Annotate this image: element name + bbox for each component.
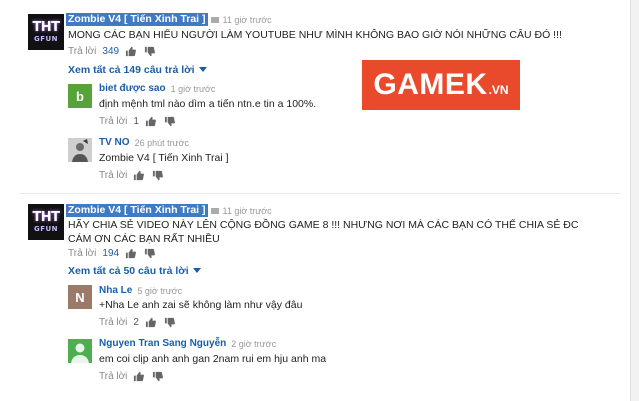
watermark-suffix: .VN	[488, 83, 509, 97]
reply-text: Zombie V4 [ Tiến Xinh Trai ]	[99, 152, 229, 164]
thumbs-down-icon[interactable]	[152, 170, 164, 181]
reply-time[interactable]: 1 giờ trước	[171, 84, 216, 94]
avatar-subtext: GFUN	[33, 225, 59, 233]
reply-actions: Trả lời 1	[99, 116, 183, 127]
comment-actions: Trả lời 349	[68, 46, 163, 57]
thumbs-down-icon[interactable]	[164, 317, 175, 328]
reply-header: TV NO 26 phút trước	[99, 137, 189, 148]
thread-divider	[20, 193, 620, 194]
avatar-letter: N	[75, 289, 85, 305]
thumbs-down-icon[interactable]	[152, 371, 164, 382]
user-silhouette-icon	[68, 339, 92, 363]
flag-icon	[210, 16, 219, 23]
thumbs-up-icon[interactable]	[125, 248, 137, 259]
reply-button[interactable]: Trả lời	[68, 248, 96, 259]
watermark-text: GAMEK	[373, 68, 488, 101]
thumbs-down-icon[interactable]	[164, 116, 175, 127]
thumbs-up-icon[interactable]	[133, 371, 145, 382]
reply-text: +Nha Le anh zai sẽ không làm như vậy đâu	[99, 299, 303, 311]
view-replies-link[interactable]: Xem tất cả 50 câu trả lời	[68, 265, 201, 277]
user-photo-icon	[68, 138, 92, 162]
comment-actions: Trả lời 194	[68, 248, 163, 259]
thumbs-down-icon[interactable]	[144, 46, 156, 57]
comment-time[interactable]: 11 giờ trước	[223, 15, 272, 25]
chevron-down-icon	[198, 67, 207, 72]
reply-button[interactable]: Trả lời	[99, 170, 127, 181]
like-count: 1	[133, 116, 139, 127]
reply-author[interactable]: Nha Le	[99, 285, 132, 296]
reply-time[interactable]: 26 phút trước	[135, 138, 189, 148]
thumbs-up-icon[interactable]	[145, 116, 156, 127]
reply-author[interactable]: TV NO	[99, 137, 130, 148]
avatar-letter: b	[76, 88, 84, 104]
avatar[interactable]: THT GFUN	[28, 14, 64, 50]
like-count: 194	[102, 248, 120, 259]
reply-button[interactable]: Trả lời	[99, 317, 127, 328]
reply-button[interactable]: Trả lời	[99, 116, 127, 127]
view-replies-label: Xem tất cả 50 câu trả lời	[68, 265, 189, 277]
reply-button[interactable]: Trả lời	[68, 46, 96, 57]
reply-text: em coi clịp anh anh gan 2nam rui em hju …	[99, 353, 327, 365]
reply-button[interactable]: Trả lời	[99, 371, 127, 382]
reply-actions: Trả lời 2	[99, 317, 183, 328]
reply-header: Nguyen Tran Sang Nguyễn 2 giờ trước	[99, 338, 276, 349]
comment-header: Zombie V4 [ Tiến Xinh Trai ] 11 giờ trướ…	[66, 204, 272, 217]
comment-text: HÃY CHIA SẺ VIDEO NÀY LÊN CỘNG ĐỒNG GAME…	[68, 219, 579, 245]
view-replies-label: Xem tất cả 149 câu trả lời	[68, 64, 195, 76]
reply-avatar[interactable]	[68, 138, 92, 162]
flag-icon	[210, 207, 219, 214]
avatar-text: THT	[32, 210, 60, 225]
reply-header: biet được sao 1 giờ trước	[99, 83, 215, 94]
comment-author[interactable]: Zombie V4 [ Tiến Xinh Trai ]	[66, 204, 208, 217]
comment-text: MONG CÁC BẠN HIỂU NGƯỜI LÀM YOUTUBE NHƯ …	[68, 29, 562, 41]
reply-actions: Trả lời	[99, 170, 171, 181]
avatar[interactable]: THT GFUN	[28, 204, 64, 240]
comment-author[interactable]: Zombie V4 [ Tiến Xinh Trai ]	[66, 13, 208, 26]
avatar-subtext: GFUN	[33, 35, 59, 43]
comment-header: Zombie V4 [ Tiến Xinh Trai ] 11 giờ trướ…	[66, 13, 272, 26]
thumbs-down-icon[interactable]	[144, 248, 156, 259]
reply-actions: Trả lời	[99, 371, 171, 382]
avatar-text: THT	[32, 20, 60, 35]
reply-author[interactable]: Nguyen Tran Sang Nguyễn	[99, 338, 226, 349]
thumbs-up-icon[interactable]	[125, 46, 137, 57]
reply-time[interactable]: 5 giờ trước	[137, 286, 182, 296]
comment-time[interactable]: 11 giờ trước	[223, 206, 272, 216]
thumbs-up-icon[interactable]	[145, 317, 156, 328]
reply-author[interactable]: biet được sao	[99, 83, 166, 94]
chevron-down-icon	[192, 268, 201, 273]
like-count: 349	[102, 46, 120, 57]
reply-header: Nha Le 5 giờ trước	[99, 285, 182, 296]
gamek-watermark-logo: GAMEK .VN	[362, 60, 520, 110]
like-count: 2	[133, 317, 139, 328]
reply-avatar[interactable]: N	[68, 285, 92, 309]
scrollbar[interactable]	[630, 0, 639, 401]
reply-avatar[interactable]	[68, 339, 92, 363]
reply-avatar[interactable]: b	[68, 84, 92, 108]
reply-time[interactable]: 2 giờ trước	[231, 339, 276, 349]
view-replies-link[interactable]: Xem tất cả 149 câu trả lời	[68, 64, 207, 76]
thumbs-up-icon[interactable]	[133, 170, 145, 181]
reply-text: định mệnh tml nào dìm a tiến ntn.e tin a…	[99, 98, 317, 110]
